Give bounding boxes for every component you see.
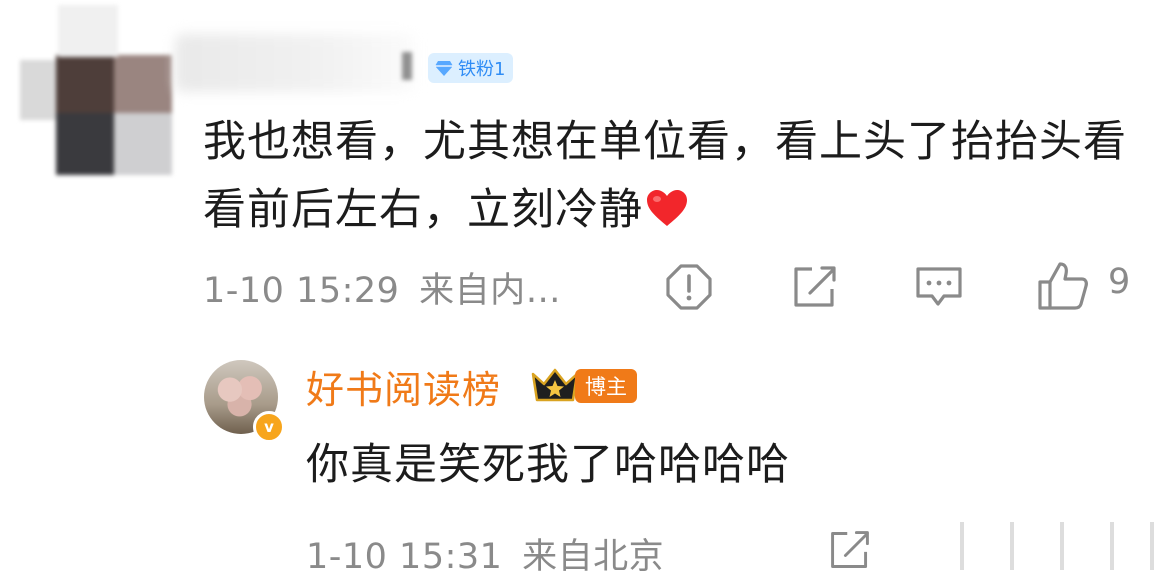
heart-emoji-icon <box>645 180 689 248</box>
reply-meta: 1-10 15:31 来自北京 <box>306 528 664 579</box>
reply-share-icon[interactable] <box>826 528 874 572</box>
fade-stripe <box>1150 522 1154 570</box>
reply-body: 你真是笑死我了哈哈哈哈 <box>306 440 790 490</box>
reply-location: 来自北京 <box>522 537 665 577</box>
comment-icon[interactable] <box>914 264 964 310</box>
crown-icon <box>531 368 579 402</box>
comment-meta: 1-10 15:29 来自内… <box>203 262 561 313</box>
report-icon[interactable] <box>664 262 714 312</box>
comment-timestamp: 1-10 15:29 <box>203 271 400 311</box>
fade-stripe <box>1110 522 1114 570</box>
diamond-icon <box>435 61 453 76</box>
fan-level-badge: 铁粉1 <box>428 53 514 83</box>
comment-body: 我也想看，尤其想在单位看，看上头了抬抬头看看前后左右，立刻冷静 <box>203 108 1143 248</box>
verified-v-icon: v <box>253 411 285 443</box>
commenter-avatar-blurred[interactable] <box>18 5 178 180</box>
fan-badge-label: 铁粉1 <box>458 59 506 80</box>
like-icon[interactable] <box>1036 260 1090 312</box>
commenter-name-tail <box>402 52 412 80</box>
reply-timestamp: 1-10 15:31 <box>306 537 503 577</box>
commenter-name-blurred[interactable] <box>175 34 415 92</box>
bottom-right-fade-overlay <box>935 520 1172 572</box>
fade-stripe <box>960 522 964 570</box>
blogger-role-badge: 博主 <box>575 369 637 403</box>
reply-author-name[interactable]: 好书阅读榜 <box>306 359 501 414</box>
like-count: 9 <box>1108 262 1131 302</box>
share-icon[interactable] <box>790 263 840 311</box>
fade-stripe <box>1060 522 1064 570</box>
comment-location: 来自内… <box>419 271 562 311</box>
blogger-badge-label: 博主 <box>585 375 627 399</box>
fade-stripe <box>1010 522 1014 570</box>
